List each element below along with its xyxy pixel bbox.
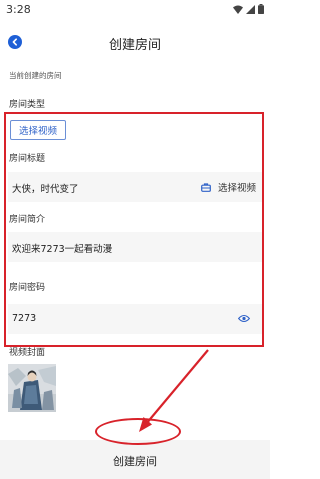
bottom-bar: 创建房间 bbox=[0, 440, 270, 479]
battery-icon bbox=[258, 4, 264, 14]
wifi-icon bbox=[233, 5, 243, 14]
cover-image bbox=[8, 364, 56, 412]
page-title: 创建房间 bbox=[108, 38, 161, 53]
status-time: 3:28 bbox=[6, 3, 31, 16]
video-cover-label: 视频封面 bbox=[9, 348, 46, 358]
video-cover-thumbnail[interactable] bbox=[8, 364, 56, 412]
signal-icon bbox=[246, 4, 255, 14]
annotation-highlight-box bbox=[4, 112, 264, 347]
app-header: 创建房间 bbox=[0, 28, 270, 58]
create-room-button[interactable]: 创建房间 bbox=[0, 453, 270, 469]
current-room-label: 当前创建的房间 bbox=[9, 71, 62, 80]
room-type-label: 房间类型 bbox=[9, 100, 46, 110]
status-icons bbox=[233, 4, 264, 14]
annotation-ellipse bbox=[95, 418, 181, 445]
status-bar: 3:28 bbox=[0, 0, 270, 20]
